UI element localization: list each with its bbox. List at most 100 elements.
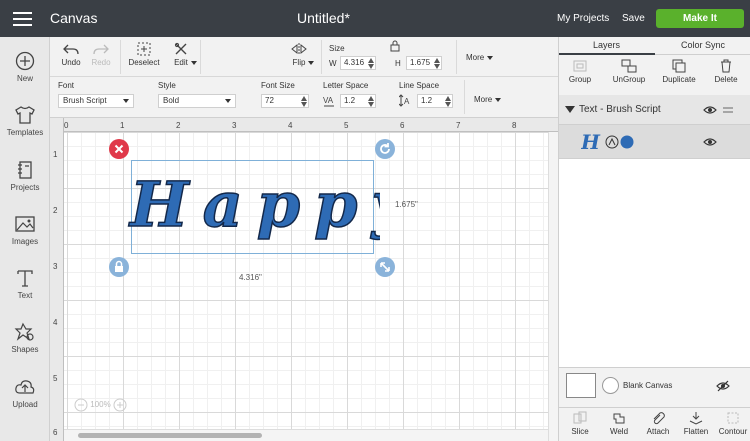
letter-space-label: Letter Space (323, 81, 369, 90)
redo-label: Redo (91, 58, 111, 67)
drag-handle-icon[interactable] (722, 106, 734, 114)
width-input[interactable]: 4.316 (340, 56, 376, 70)
slice-icon (573, 411, 587, 424)
sidebar-item-templates[interactable]: Templates (0, 105, 50, 137)
edit-toolbar: Undo Redo Deselect Edit Flip Size W 4.31… (50, 37, 558, 77)
ruler-label: 1 (120, 121, 125, 130)
eye-icon[interactable] (703, 137, 717, 147)
notebook-icon (18, 161, 32, 179)
vertical-scrollbar[interactable] (548, 132, 558, 441)
height-input[interactable]: 1.675 (406, 56, 442, 70)
image-icon (15, 216, 35, 232)
ruler-label: 4 (53, 318, 58, 327)
chevron-down-icon (487, 55, 494, 60)
slice-button[interactable]: Slice (563, 411, 597, 436)
delete-handle[interactable] (109, 139, 129, 159)
deselect-icon (137, 42, 151, 56)
ruler-label: 2 (53, 206, 58, 215)
lock-icon[interactable] (389, 40, 401, 52)
blank-canvas-row[interactable]: Blank Canvas (559, 367, 750, 407)
font-size-input[interactable]: 72 (261, 94, 309, 108)
top-bar: Canvas Untitled* My Projects Save Make I… (0, 0, 750, 37)
sidebar-item-images[interactable]: Images (0, 214, 50, 246)
tab-color-sync[interactable]: Color Sync (681, 40, 725, 50)
sidebar-item-shapes[interactable]: Shapes (0, 322, 50, 354)
save-button[interactable]: Save (622, 13, 645, 24)
sidebar-item-label: Shapes (11, 345, 39, 354)
ruler-label: 5 (53, 374, 58, 383)
document-title[interactable]: Untitled* (297, 10, 350, 26)
happy-text-object[interactable]: Happy (126, 158, 380, 256)
deselect-button[interactable]: Deselect (126, 42, 162, 67)
edit-button[interactable]: Edit (166, 42, 197, 67)
sidebar-item-new[interactable]: New (0, 51, 50, 83)
letter-space-icon: VA (323, 96, 334, 107)
more-button[interactable]: More (466, 53, 494, 62)
edit-label: Edit (174, 58, 188, 67)
chevron-down-icon (123, 99, 129, 103)
canvas-color-picker[interactable] (602, 377, 619, 394)
chevron-down-icon (308, 60, 315, 65)
toolbar-divider (456, 40, 457, 74)
group-button[interactable]: Group (565, 59, 595, 84)
ruler-label: 0 (64, 121, 69, 130)
letter-space-input[interactable]: 1.2 (340, 94, 376, 108)
redo-button[interactable]: Redo (89, 42, 113, 67)
size-label: Size (329, 44, 345, 53)
duplicate-icon (672, 59, 686, 73)
shapes-icon (14, 322, 34, 341)
flip-label: Flip (292, 58, 306, 67)
undo-button[interactable]: Undo (59, 42, 83, 67)
chevron-down-icon (190, 60, 197, 65)
collapse-triangle-icon[interactable] (565, 106, 575, 114)
attach-button[interactable]: Attach (641, 411, 675, 436)
group-label: Group (568, 75, 592, 84)
contour-button[interactable]: Contour (716, 411, 750, 436)
blank-canvas-swatch[interactable] (566, 373, 596, 398)
flip-button[interactable]: Flip (284, 42, 315, 67)
scrollbar-thumb[interactable] (78, 433, 262, 438)
sidebar-item-upload[interactable]: Upload (0, 377, 50, 409)
make-it-button[interactable]: Make It (656, 9, 744, 28)
zoom-control[interactable]: 100% (74, 398, 127, 412)
app-title: Canvas (50, 10, 98, 26)
duplicate-button[interactable]: Duplicate (661, 59, 697, 84)
lock-icon (115, 260, 123, 272)
more-button[interactable]: More (474, 95, 502, 104)
slice-label: Slice (571, 427, 589, 436)
zoom-out-icon[interactable] (74, 398, 88, 412)
line-space-input[interactable]: 1.2 (417, 94, 453, 108)
sidebar-item-text[interactable]: Text (0, 268, 50, 300)
weld-button[interactable]: Weld (602, 411, 636, 436)
left-sidebar: New Templates Projects Images Text Shape… (0, 37, 50, 441)
scissors-pencil-icon (174, 42, 187, 55)
sidebar-item-projects[interactable]: Projects (0, 160, 50, 192)
weld-label: Weld (609, 427, 629, 436)
style-dropdown[interactable]: Bold (158, 94, 236, 108)
zoom-in-icon[interactable] (113, 398, 127, 412)
toolbar-divider (120, 40, 121, 74)
tab-layers[interactable]: Layers (593, 40, 620, 50)
duplicate-label: Duplicate (662, 75, 696, 84)
delete-button[interactable]: Delete (711, 59, 741, 84)
flatten-button[interactable]: Flatten (679, 411, 713, 436)
ungroup-button[interactable]: UnGroup (611, 59, 647, 84)
undo-label: Undo (61, 58, 81, 67)
resize-handle[interactable] (375, 257, 395, 277)
layer-item[interactable]: H (559, 125, 750, 159)
sidebar-item-label: Text (17, 291, 33, 300)
eye-icon[interactable] (703, 105, 717, 115)
panel-tabs: Layers Color Sync (559, 37, 750, 55)
menu-icon[interactable] (13, 12, 32, 26)
font-dropdown[interactable]: Brush Script (58, 94, 134, 108)
eye-hidden-icon[interactable] (716, 380, 730, 392)
sidebar-item-label: Upload (12, 400, 38, 409)
toolbar-divider (464, 80, 465, 114)
layer-group-row[interactable]: Text - Brush Script (559, 95, 750, 125)
horizontal-scrollbar[interactable] (64, 429, 548, 441)
rotate-handle[interactable] (375, 139, 395, 159)
lock-handle[interactable] (109, 257, 129, 277)
group-icon (573, 60, 587, 72)
redo-icon (93, 44, 109, 55)
my-projects-link[interactable]: My Projects (557, 13, 609, 24)
